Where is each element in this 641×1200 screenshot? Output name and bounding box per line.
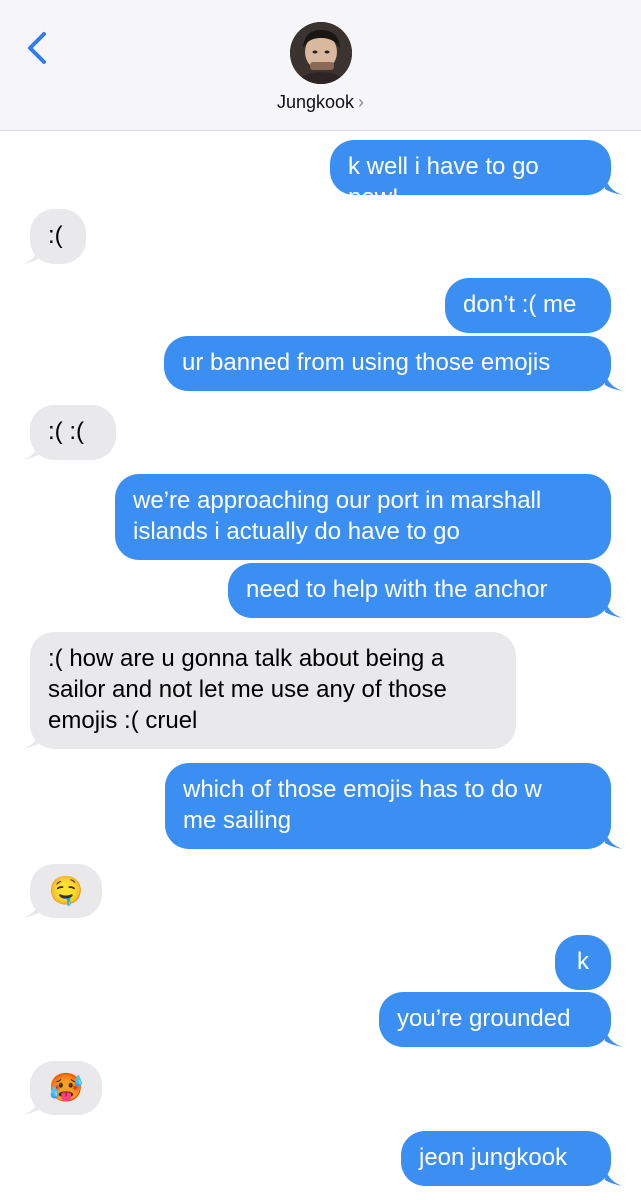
chevron-right-icon: › xyxy=(358,92,365,112)
bubble-tail xyxy=(605,831,623,849)
sent-message[interactable]: jeon jungkook xyxy=(401,1131,611,1186)
sent-message[interactable]: k xyxy=(555,935,611,990)
bubble-tail xyxy=(22,1097,40,1115)
received-message[interactable]: :( :( xyxy=(30,405,116,460)
bubble-tail xyxy=(605,177,623,195)
chevron-left-icon xyxy=(28,32,46,64)
bubble-tail xyxy=(605,373,623,391)
sent-message[interactable]: don’t :( me xyxy=(445,278,611,333)
sent-message[interactable]: need to help with the anchor xyxy=(228,563,611,618)
received-emoji-message[interactable]: 🤤 xyxy=(30,864,102,918)
sent-message[interactable]: which of those emojis has to do w me sai… xyxy=(165,763,611,849)
bubble-tail xyxy=(22,731,40,749)
bubble-tail xyxy=(22,246,40,264)
sent-message[interactable]: you’re grounded xyxy=(379,992,611,1047)
contact-name-button[interactable]: Jungkook › xyxy=(0,92,641,113)
bubble-tail xyxy=(605,600,623,618)
bubble-tail xyxy=(605,1029,623,1047)
avatar-photo xyxy=(290,22,352,84)
bubble-tail xyxy=(22,442,40,460)
contact-name: Jungkook xyxy=(276,92,355,112)
avatar[interactable] xyxy=(290,22,352,84)
messages-screen: Jungkook › k well i have to go now! :( do… xyxy=(0,0,641,1200)
bubble-tail xyxy=(22,900,40,918)
sent-message[interactable]: we’re approaching our port in marshall i… xyxy=(115,474,611,560)
conversation-header: Jungkook › xyxy=(0,0,641,131)
received-message[interactable]: :( how are u gonna talk about being a sa… xyxy=(30,632,516,749)
sent-message[interactable]: k well i have to go now! xyxy=(330,140,611,211)
sent-message[interactable]: ur banned from using those emojis xyxy=(164,336,611,391)
bubble-tail xyxy=(605,1168,623,1186)
back-button[interactable] xyxy=(22,26,56,70)
received-emoji-message[interactable]: 🥵 xyxy=(30,1061,102,1115)
